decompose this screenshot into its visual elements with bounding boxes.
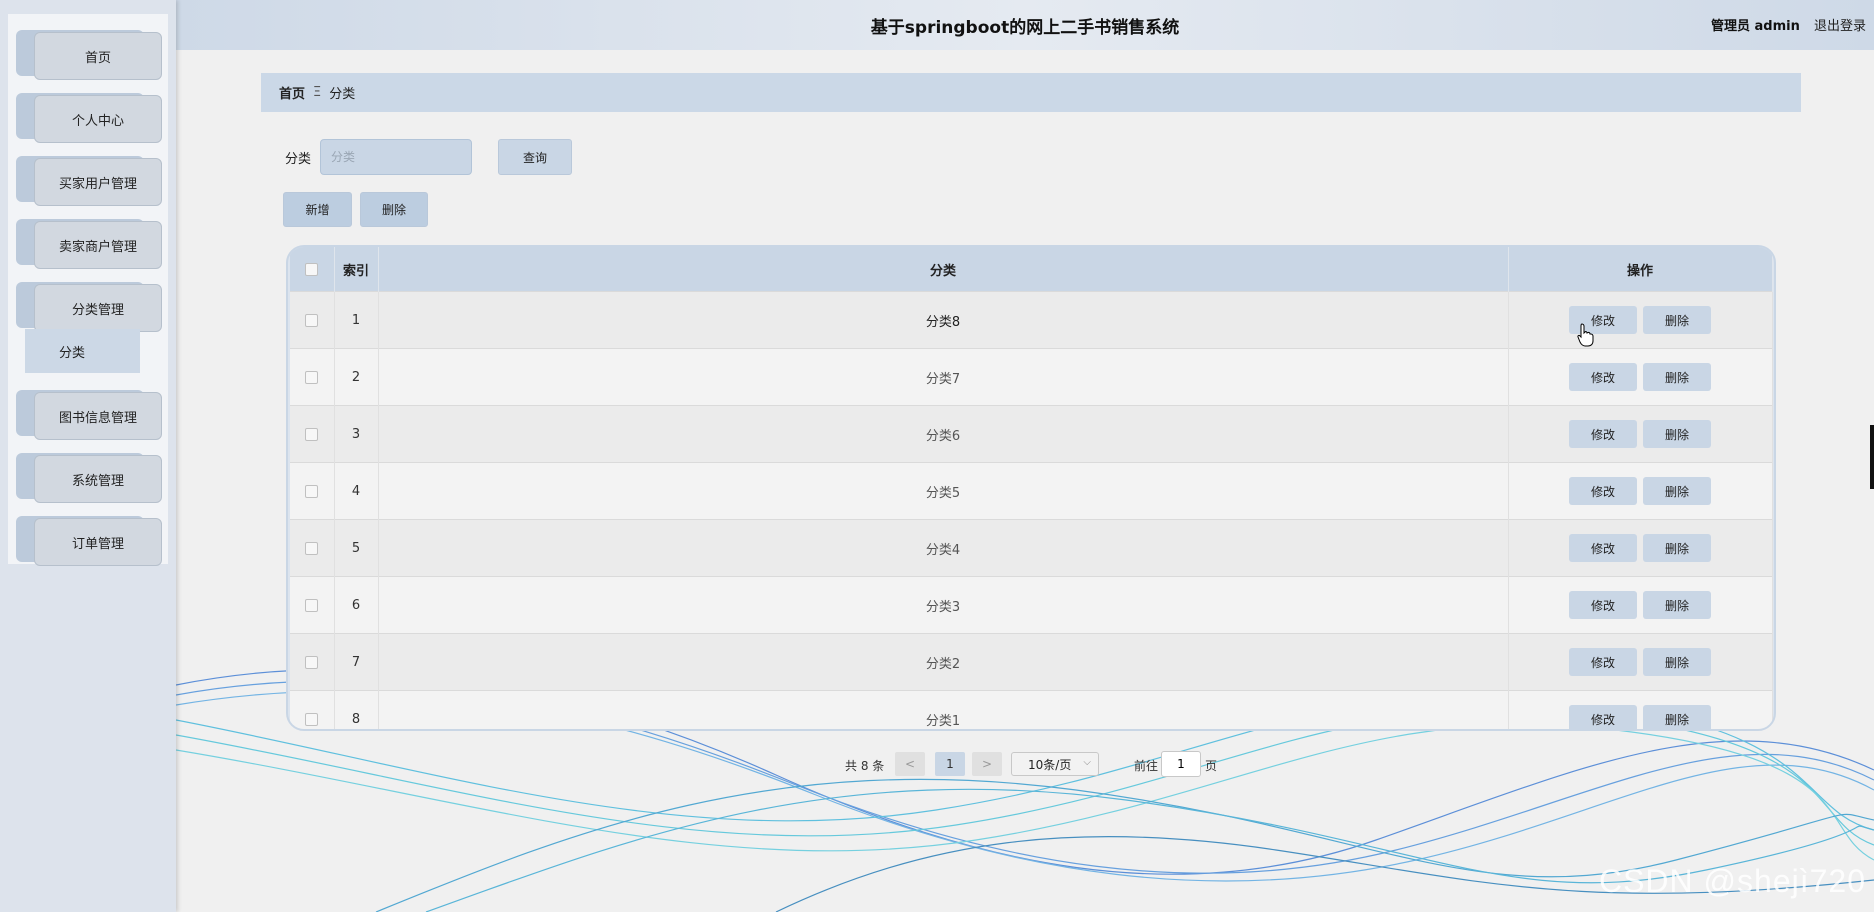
row-category: 分类5 (378, 462, 1509, 520)
table-row: 1 分类8 修改 删除 (290, 291, 1773, 349)
select-all-checkbox[interactable] (305, 262, 319, 276)
batch-delete-button[interactable]: 删除 (360, 192, 428, 227)
column-header-index: 索引 (334, 247, 379, 292)
table-row: 5 分类4 修改 删除 (290, 519, 1773, 577)
pagination-page-1[interactable]: 1 (935, 752, 965, 776)
breadcrumb: 首页 Ξ 分类 (261, 73, 1801, 112)
sidebar-item-label[interactable]: 分类管理 (34, 284, 162, 332)
column-header-category: 分类 (378, 247, 1509, 292)
row-index: 4 (334, 462, 379, 520)
user-area: 管理员 admin 退出登录 (1711, 15, 1866, 34)
breadcrumb-separator-icon: Ξ (313, 85, 322, 100)
pagination-total: 共 8 条 (845, 758, 885, 773)
sidebar-item-order-management[interactable]: 订单管理 (16, 516, 162, 566)
category-table: 索引 分类 操作 1 分类8 修改 删除 2 分类7 修改 删除 3 分类6 修… (286, 245, 1776, 731)
row-checkbox[interactable] (305, 370, 319, 384)
table-row: 7 分类2 修改 删除 (290, 633, 1773, 691)
sidebar-item-home[interactable]: 首页 (16, 30, 162, 80)
edit-button[interactable]: 修改 (1569, 534, 1637, 562)
sidebar-item-label[interactable]: 图书信息管理 (34, 392, 162, 440)
row-index: 7 (334, 633, 379, 691)
edit-button[interactable]: 修改 (1569, 648, 1637, 676)
row-category: 分类3 (378, 576, 1509, 634)
pagination-next-button[interactable]: > (972, 752, 1002, 776)
select-all-cell (290, 247, 335, 292)
sidebar-item-system-management[interactable]: 系统管理 (16, 453, 162, 503)
row-index: 6 (334, 576, 379, 634)
row-checkbox[interactable] (305, 541, 319, 555)
sidebar-item-label[interactable]: 买家用户管理 (34, 158, 162, 206)
delete-button[interactable]: 删除 (1643, 534, 1711, 562)
sidebar-item-book-management[interactable]: 图书信息管理 (16, 390, 162, 440)
delete-button[interactable]: 删除 (1643, 648, 1711, 676)
row-index: 1 (334, 291, 379, 349)
row-category: 分类4 (378, 519, 1509, 577)
breadcrumb-home[interactable]: 首页 (279, 83, 305, 102)
table-row: 2 分类7 修改 删除 (290, 348, 1773, 406)
row-category: 分类6 (378, 405, 1509, 463)
row-checkbox[interactable] (305, 655, 319, 669)
row-index: 3 (334, 405, 379, 463)
table-row: 4 分类5 修改 删除 (290, 462, 1773, 520)
table-header-row: 索引 分类 操作 (290, 247, 1773, 292)
sidebar-item-label[interactable]: 系统管理 (34, 455, 162, 503)
watermark: CSDN @shejì720 (1598, 863, 1866, 899)
app-title: 基于springboot的网上二手书销售系统 (870, 18, 1180, 38)
sidebar-item-category-management[interactable]: 分类管理 (16, 282, 162, 332)
row-checkbox[interactable] (305, 598, 319, 612)
table-row: 8 分类1 修改 删除 (290, 690, 1773, 729)
page-size-select[interactable]: 10条/页 ⌵ (1011, 752, 1099, 776)
sidebar-item-label[interactable]: 卖家商户管理 (34, 221, 162, 269)
edit-button[interactable]: 修改 (1569, 591, 1637, 619)
row-category: 分类2 (378, 633, 1509, 691)
row-checkbox[interactable] (305, 712, 319, 726)
row-checkbox[interactable] (305, 427, 319, 441)
table-row: 6 分类3 修改 删除 (290, 576, 1773, 634)
sidebar-item-label[interactable]: 个人中心 (34, 95, 162, 143)
user-role: 管理员 admin (1710, 19, 1800, 34)
top-header: 基于springboot的网上二手书销售系统 管理员 admin 退出登录 (176, 0, 1874, 50)
search-label: 分类 (285, 152, 312, 167)
breadcrumb-current: 分类 (329, 87, 356, 102)
delete-button[interactable]: 删除 (1643, 420, 1711, 448)
sidebar-item-buyer-management[interactable]: 买家用户管理 (16, 156, 162, 206)
delete-button[interactable]: 删除 (1643, 591, 1711, 619)
edit-button[interactable]: 修改 (1569, 705, 1637, 729)
goto-label: 前往 (1134, 758, 1159, 773)
search-input[interactable] (320, 139, 472, 175)
pagination-prev-button[interactable]: < (895, 752, 925, 776)
column-header-actions: 操作 (1508, 247, 1773, 292)
scroll-edge-indicator (1870, 425, 1874, 489)
row-index: 5 (334, 519, 379, 577)
query-button[interactable]: 查询 (498, 139, 572, 175)
goto-page-suffix: 页 (1205, 758, 1218, 773)
delete-button[interactable]: 删除 (1643, 705, 1711, 729)
delete-button[interactable]: 删除 (1643, 363, 1711, 391)
table-row: 3 分类6 修改 删除 (290, 405, 1773, 463)
sidebar: 首页 个人中心 买家用户管理 卖家商户管理 分类管理 分类 图书信息管理 系统管… (0, 0, 176, 912)
sidebar-item-seller-management[interactable]: 卖家商户管理 (16, 219, 162, 269)
page-size-value: 10条/页 (1028, 757, 1072, 772)
row-category: 分类8 (378, 291, 1509, 349)
logout-link[interactable]: 退出登录 (1814, 19, 1866, 34)
row-checkbox[interactable] (305, 313, 319, 327)
hand-cursor-icon (1577, 323, 1594, 347)
sidebar-subitem-category[interactable]: 分类 (25, 329, 140, 373)
row-checkbox[interactable] (305, 484, 319, 498)
delete-button[interactable]: 删除 (1643, 306, 1711, 334)
edit-button[interactable]: 修改 (1569, 420, 1637, 448)
sidebar-item-personal-center[interactable]: 个人中心 (16, 93, 162, 143)
add-button[interactable]: 新增 (283, 192, 352, 227)
chevron-down-icon: ⌵ (1083, 757, 1091, 768)
row-index: 8 (334, 690, 379, 729)
row-index: 2 (334, 348, 379, 406)
row-category: 分类7 (378, 348, 1509, 406)
goto-page-input[interactable] (1161, 751, 1201, 777)
row-category: 分类1 (378, 690, 1509, 729)
sidebar-item-label[interactable]: 首页 (34, 32, 162, 80)
edit-button[interactable]: 修改 (1569, 477, 1637, 505)
delete-button[interactable]: 删除 (1643, 477, 1711, 505)
edit-button[interactable]: 修改 (1569, 363, 1637, 391)
sidebar-item-label[interactable]: 订单管理 (34, 518, 162, 566)
